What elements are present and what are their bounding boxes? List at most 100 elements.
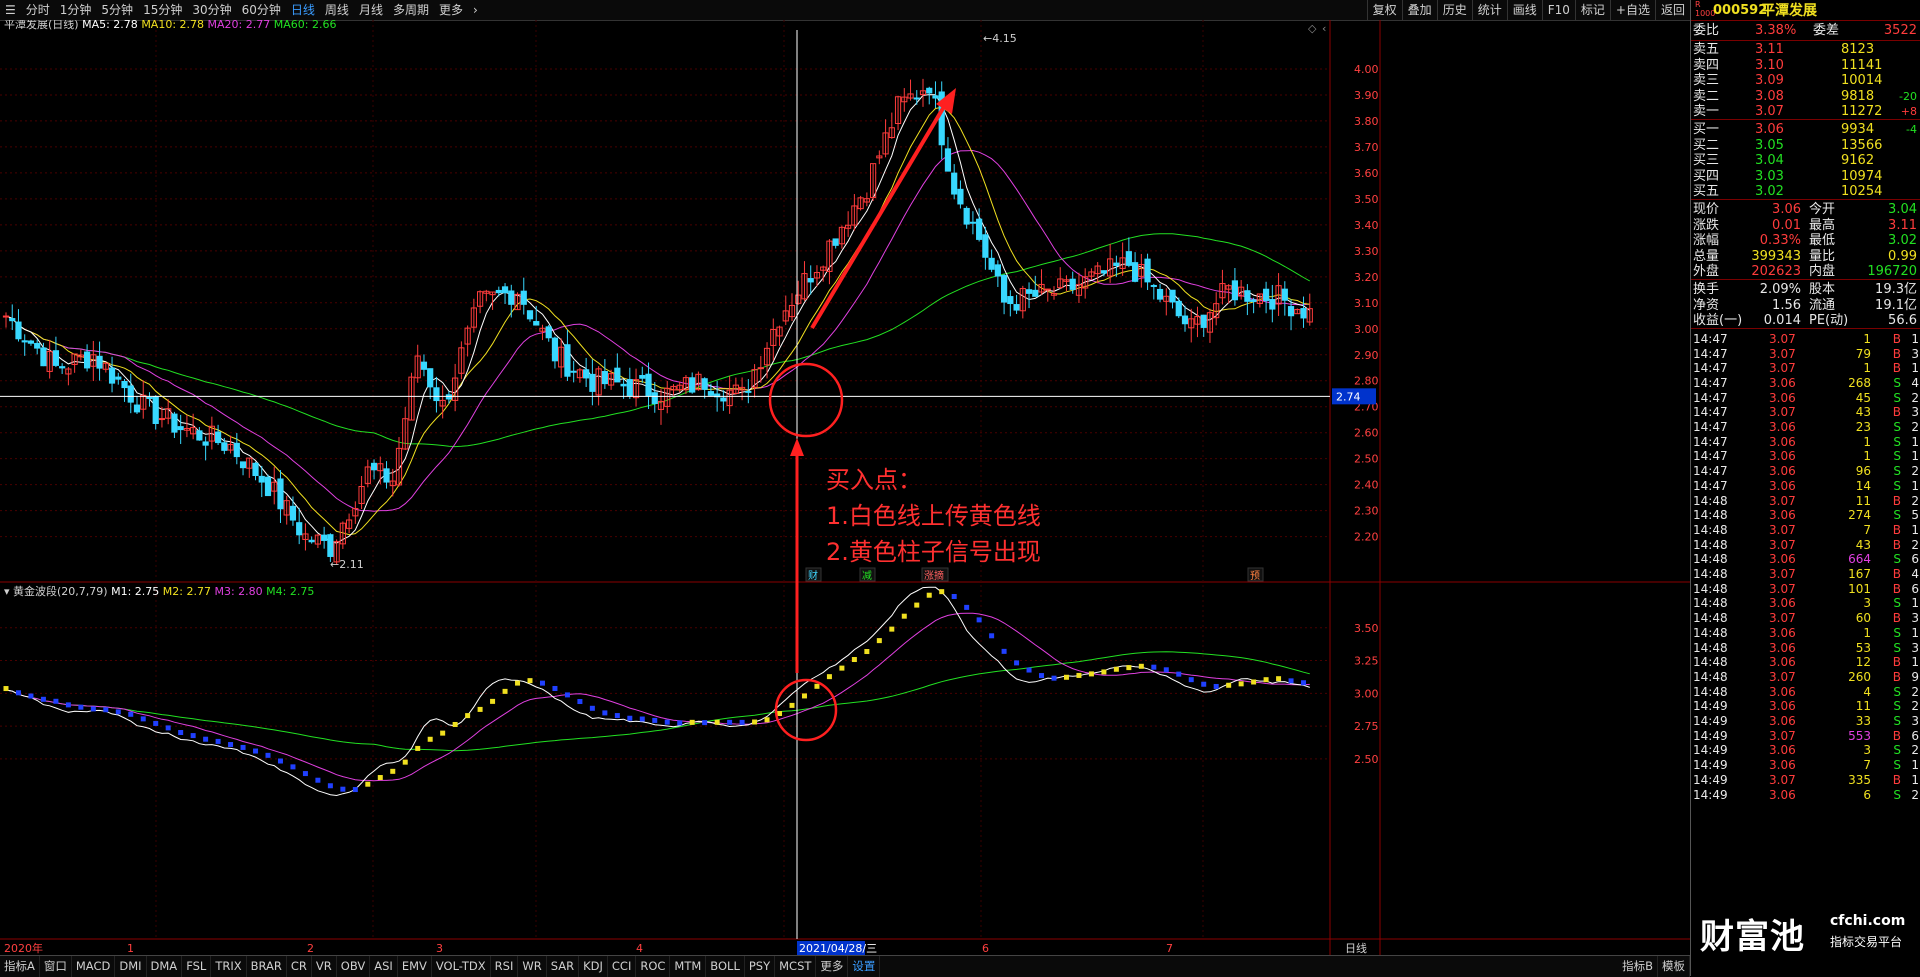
signal-bar — [839, 665, 845, 671]
candle — [501, 283, 509, 304]
candle — [1131, 252, 1139, 283]
period-tab-4[interactable]: 30分钟 — [187, 0, 236, 20]
signal-bar — [515, 680, 521, 686]
candle — [1200, 314, 1207, 337]
indicator-tab-0[interactable]: 指标A — [0, 956, 40, 977]
indicator-tab-13[interactable]: VOL-TDX — [432, 956, 491, 977]
toolbar-button-5[interactable]: F10 — [1541, 0, 1575, 20]
buy-point-circle — [768, 362, 844, 438]
candle — [71, 353, 78, 373]
indicator-tab-18[interactable]: CCI — [608, 956, 637, 977]
candle — [277, 470, 284, 524]
indicator-tab-7[interactable]: BRAR — [247, 956, 287, 977]
candle — [1231, 268, 1239, 306]
indicator-tab-6[interactable]: TRIX — [211, 956, 247, 977]
toolbar-button-3[interactable]: 统计 — [1471, 0, 1507, 20]
event-tag-0[interactable]: 财 — [808, 569, 818, 582]
chart-labels: 2.74 ←4.15 ←2.11 平潭发展(日线) MA5: 2.78 MA10: 2… — [4, 20, 1376, 955]
toolbar-button-2[interactable]: 历史 — [1436, 0, 1472, 20]
indicator-tab-20[interactable]: MTM — [670, 956, 707, 977]
candle — [1175, 297, 1182, 319]
period-tab-2[interactable]: 5分钟 — [96, 0, 138, 20]
signal-bar — [914, 602, 920, 608]
event-tag-1[interactable]: 减 — [862, 570, 872, 582]
signal-bar — [1063, 674, 1069, 680]
toolbar-button-7[interactable]: +自选 — [1609, 0, 1655, 20]
signal-bar — [377, 775, 383, 781]
period-tab-10[interactable]: 更多 — [434, 0, 468, 20]
indicator-tab-2[interactable]: MACD — [72, 956, 116, 977]
signal-bar — [427, 736, 433, 742]
indicator-tab-16[interactable]: SAR — [547, 956, 580, 977]
indicator-tab-17[interactable]: KDJ — [579, 956, 608, 977]
period-tab-9[interactable]: 多周期 — [388, 0, 434, 20]
diamond-icon[interactable]: ◇ — [1308, 22, 1317, 35]
indicator-right-tab-0[interactable]: 指标B — [1618, 956, 1658, 977]
candle — [957, 180, 964, 209]
candle — [826, 239, 833, 285]
candle — [339, 521, 346, 549]
ma20-line — [5, 149, 1310, 512]
tick-row: 14:49 3.06 6 S 2 — [1693, 787, 1919, 802]
signal-bar — [1188, 677, 1194, 683]
signal-bar — [502, 688, 508, 694]
candle — [944, 137, 952, 172]
candle — [919, 78, 927, 107]
candle — [670, 384, 677, 396]
signal-bar — [826, 674, 832, 680]
toolbar-button-4[interactable]: 画线 — [1506, 0, 1542, 20]
indicator-legend: ▾ 黄金波段(20,7,79) M1: 2.75 M2: 2.77 M3: 2.… — [4, 584, 314, 598]
indicator-tab-12[interactable]: EMV — [398, 956, 432, 977]
candle — [1038, 269, 1045, 295]
indicator-tab-10[interactable]: OBV — [337, 956, 371, 977]
candle — [183, 414, 191, 438]
signal-bar — [1014, 660, 1020, 666]
signal-bar — [764, 717, 770, 723]
indicator-tab-9[interactable]: VR — [312, 956, 337, 977]
indicator-tab-25[interactable]: 设置 — [848, 956, 881, 977]
candle — [1294, 308, 1301, 315]
period-tab-5[interactable]: 60分钟 — [237, 0, 286, 20]
indicator-tab-22[interactable]: PSY — [745, 956, 776, 977]
indicator-tab-19[interactable]: ROC — [636, 956, 671, 977]
indicator-tab-24[interactable]: 更多 — [816, 956, 849, 977]
indicator-tab-21[interactable]: BOLL — [706, 956, 745, 977]
candle — [227, 435, 234, 454]
signal-bar — [951, 593, 957, 599]
watermark-tagline: 指标交易平台 — [1830, 935, 1903, 949]
indicator-tab-8[interactable]: CR — [287, 956, 312, 977]
indicator-tab-14[interactable]: RSI — [491, 956, 519, 977]
toolbar-button-6[interactable]: 标记 — [1574, 0, 1610, 20]
more-chevron-icon[interactable]: › — [468, 0, 483, 20]
candle — [1025, 282, 1033, 309]
period-tab-8[interactable]: 月线 — [354, 0, 388, 20]
indicator-tab-23[interactable]: MCST — [775, 956, 817, 977]
toolbar-button-1[interactable]: 叠加 — [1401, 0, 1437, 20]
kline-chart[interactable]: 4.00 3.90 3.80 3.70 3.60 3.50 3.40 3.30 3.20 3.10… — [0, 20, 1690, 955]
indicator-tab-15[interactable]: WR — [518, 956, 547, 977]
indicator-tab-5[interactable]: FSL — [182, 956, 212, 977]
toolbar-button-0[interactable]: 复权 — [1366, 0, 1402, 20]
signal-bar — [178, 730, 184, 736]
candle — [832, 238, 839, 249]
period-tab-3[interactable]: 15分钟 — [138, 0, 187, 20]
candle — [626, 367, 633, 399]
candle — [682, 375, 690, 395]
indicator-tab-4[interactable]: DMA — [147, 956, 183, 977]
period-tab-7[interactable]: 周线 — [320, 0, 354, 20]
indicator-tab-11[interactable]: ASI — [370, 956, 398, 977]
period-tab-1[interactable]: 1分钟 — [55, 0, 97, 20]
indicator-right-tab-1[interactable]: 模板 — [1658, 956, 1690, 977]
event-tag-2[interactable]: 涨摘 — [924, 569, 944, 582]
indicator-tab-3[interactable]: DMI — [115, 956, 147, 977]
candle — [1125, 237, 1132, 268]
toolbar-menu-icon[interactable]: ☰ — [0, 0, 21, 20]
period-tab-6[interactable]: 日线 — [286, 0, 320, 20]
chevron-left-icon[interactable]: ‹ — [1322, 22, 1326, 35]
signal-bar — [1051, 675, 1057, 681]
toolbar-button-8[interactable]: 返回 — [1654, 0, 1690, 20]
period-tab-0[interactable]: 分时 — [21, 0, 55, 20]
indicator-tab-1[interactable]: 窗口 — [40, 956, 72, 977]
event-tag-3[interactable]: 预 — [1250, 570, 1260, 582]
ma5-line — [5, 94, 1311, 544]
